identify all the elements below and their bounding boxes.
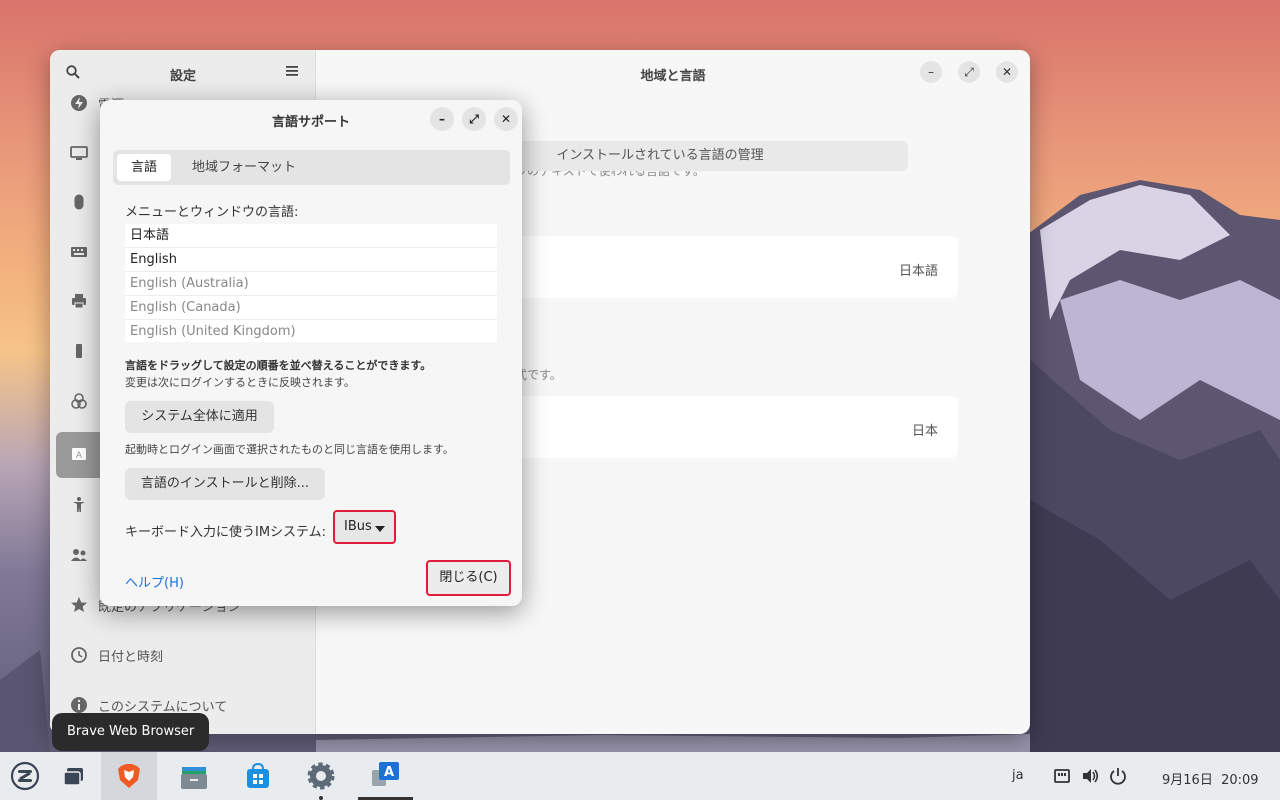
chevron-down-icon	[375, 526, 385, 532]
sidebar-item-label: 日付と時刻	[98, 650, 164, 665]
language-support-dialog: 言語サポート – ⤢ ✕ 言語 地域フォーマット メニューとウィンドウの言語: …	[100, 100, 522, 606]
dialog-maximize-button[interactable]: ⤢	[462, 107, 486, 131]
formats-description: 式です。	[515, 368, 562, 382]
im-system-value: IBus	[344, 519, 372, 534]
dialog-minimize-button[interactable]: –	[430, 107, 454, 131]
printer-icon	[70, 292, 88, 310]
workspaces-icon[interactable]	[58, 760, 90, 792]
close-button[interactable]: 閉じる(C)	[426, 560, 511, 596]
close-icon: ✕	[500, 112, 512, 126]
maximize-icon: ⤢	[964, 64, 974, 79]
users-icon	[70, 546, 88, 564]
power-bolt-icon	[70, 94, 88, 112]
clock-icon	[70, 646, 88, 664]
relogin-note: 変更は次にログインするときに反映されます。	[125, 376, 355, 389]
language-support-app-icon[interactable]: A	[370, 760, 402, 792]
close-icon: ✕	[1001, 65, 1013, 79]
hamburger-menu-icon[interactable]	[285, 65, 299, 81]
keyboard-language-indicator[interactable]: ja	[1012, 768, 1024, 783]
dialog-tabs: 言語 地域フォーマット	[113, 150, 510, 185]
minimize-icon: –	[439, 112, 445, 126]
dialog-close-button[interactable]: ✕	[494, 107, 518, 131]
tab-regional-formats[interactable]: 地域フォーマット	[178, 154, 310, 181]
sidebar-item-date-time[interactable]: 日付と時刻	[56, 632, 310, 678]
settings-gear-icon[interactable]	[305, 760, 337, 792]
brave-browser-icon[interactable]	[113, 760, 145, 792]
im-system-label: キーボード入力に使うIMシステム:	[125, 525, 327, 540]
menu-language-label: メニューとウィンドウの言語:	[125, 205, 299, 220]
tab-language[interactable]: 言語	[117, 154, 172, 181]
list-item[interactable]: English	[125, 248, 497, 272]
running-indicator	[319, 796, 323, 800]
maximize-icon: ⤢	[469, 111, 479, 126]
taskbar: A ja 9月16日 20:09	[0, 752, 1280, 800]
minimize-button[interactable]: –	[920, 61, 942, 83]
im-system-dropdown[interactable]: IBus	[333, 510, 396, 544]
zorin-menu-icon[interactable]	[9, 760, 41, 792]
maximize-button[interactable]: ⤢	[958, 61, 980, 83]
list-item[interactable]: English (United Kingdom)	[125, 320, 497, 342]
info-icon	[70, 696, 88, 714]
color-icon	[70, 392, 88, 410]
region-language-icon: A	[70, 446, 88, 464]
list-item[interactable]: English (Australia)	[125, 272, 497, 296]
clock[interactable]: 9月16日 20:09	[1162, 769, 1259, 788]
svg-text:A: A	[384, 765, 394, 780]
software-store-icon[interactable]	[242, 760, 274, 792]
formats-value: 日本	[911, 424, 938, 439]
install-remove-languages-button[interactable]: 言語のインストールと削除...	[125, 468, 325, 500]
display-icon	[70, 144, 88, 162]
drag-note: 言語をドラッグして設定の順番を並べ替えることができます。	[125, 359, 432, 372]
list-item[interactable]: 日本語	[125, 224, 497, 248]
files-icon[interactable]	[178, 760, 210, 792]
mouse-icon	[70, 193, 88, 211]
close-window-button[interactable]: ✕	[996, 61, 1018, 83]
taskbar-tooltip: Brave Web Browser	[52, 713, 210, 751]
list-item[interactable]: English (Canada)	[125, 296, 497, 320]
removable-media-icon	[70, 342, 88, 360]
apply-system-wide-button[interactable]: システム全体に適用	[125, 401, 274, 433]
help-button[interactable]: ヘルプ(H)	[125, 572, 184, 591]
star-icon	[70, 596, 88, 614]
language-list[interactable]: 日本語 English English (Australia) English …	[125, 224, 497, 342]
minimize-icon: –	[928, 65, 934, 79]
svg-text:A: A	[76, 451, 83, 461]
keyboard-icon	[70, 243, 88, 261]
accessibility-icon	[70, 496, 88, 514]
dialog-title: 言語サポート	[271, 115, 350, 130]
apply-system-note: 起動時とログイン画面で選択されたものと同じ言語を使用します。	[125, 443, 454, 456]
language-value: 日本語	[898, 264, 938, 279]
power-icon[interactable]	[1102, 760, 1134, 792]
main-header: 地域と言語 – ⤢ ✕	[316, 50, 1030, 96]
